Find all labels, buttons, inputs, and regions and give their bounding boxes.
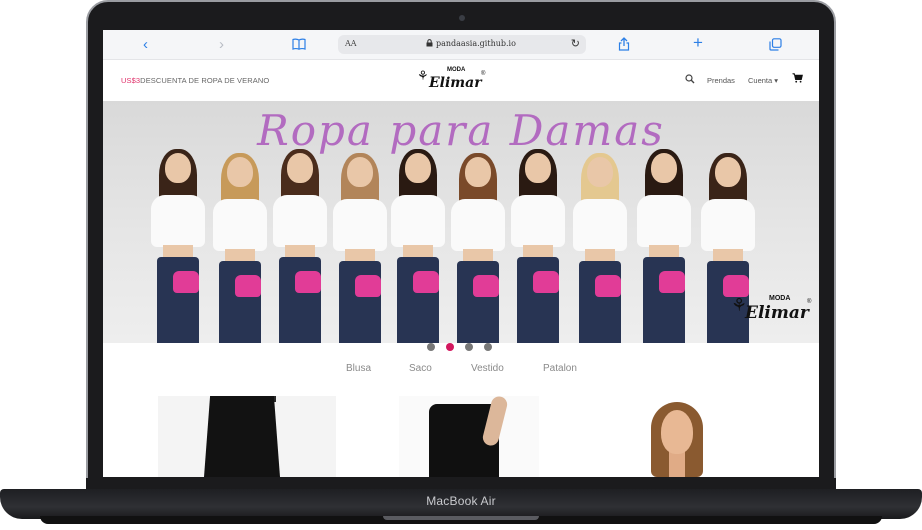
hero-banner[interactable]: Ropa para Damas ⚘ MODA Elimar ® [103,101,819,343]
device-label: MacBook Air [426,494,496,508]
product-card[interactable] [399,396,539,477]
category-tab[interactable]: Saco [409,363,432,374]
hero-logo-registered-mark: ® [807,299,812,305]
hero-logo: ⚘ MODA Elimar ® [731,291,815,331]
hero-model [211,153,269,343]
hero-logo-top-text: MODA [769,295,791,302]
cart-icon[interactable] [792,73,803,86]
browser-toolbar: ‹ › AA pandaasia.github.io ↻ + [103,30,819,60]
address-bar[interactable]: AA pandaasia.github.io ↻ [338,35,586,54]
hero-model [449,153,507,343]
logo-name: Elimar [429,75,482,91]
camera-icon [459,15,465,21]
logo-top-text: MODA [447,67,466,73]
reload-icon[interactable]: ↻ [571,37,580,50]
lock-icon [426,39,433,49]
promo-text: DESCUENTA DE ROPA DE VERANO [140,76,270,85]
product-image-neck [669,450,685,477]
back-icon[interactable]: ‹ [143,36,148,54]
product-card[interactable] [639,396,715,477]
carousel-dot[interactable] [427,343,435,351]
tabs-icon[interactable] [769,38,782,56]
share-icon[interactable] [618,37,630,56]
hero-model [331,153,389,343]
product-card[interactable] [158,396,336,477]
site-logo[interactable]: ⚘ MODA Elimar ® [415,65,495,99]
carousel-dot[interactable] [484,343,492,351]
category-tab[interactable]: Patalon [543,363,577,374]
forward-icon[interactable]: › [219,36,224,54]
search-icon[interactable] [685,74,695,87]
plus-icon[interactable]: + [693,34,703,52]
category-tab[interactable]: Vestido [471,363,504,374]
hero-logo-name: Elimar [745,303,809,323]
logo-registered-mark: ® [481,71,486,77]
logo-figure-icon: ⚘ [417,68,429,83]
hero-model [509,149,567,343]
hero-model [271,149,329,343]
category-tab[interactable]: Blusa [346,363,371,374]
hero-model [635,149,693,343]
product-image-skirt [204,396,280,477]
nav-cuenta[interactable]: Cuenta ▾ [748,76,778,85]
hero-title: Ropa para Damas [257,106,665,155]
site-header: US$3DESCUENTA DE ROPA DE VERANO ⚘ MODA E… [103,61,819,101]
promo-price: US$3 [121,76,141,85]
carousel-dot[interactable] [465,343,473,351]
laptop-notch [383,516,539,520]
promo-banner[interactable]: US$3DESCUENTA DE ROPA DE VERANO [121,76,269,85]
hero-model [389,149,447,343]
book-icon[interactable] [292,37,306,55]
carousel-dot[interactable] [446,343,454,351]
product-image-face [661,410,693,454]
nav-prendas[interactable]: Prendas [707,76,735,85]
url-text: pandaasia.github.io [436,39,516,48]
hero-model [149,149,207,343]
screen: ‹ › AA pandaasia.github.io ↻ + US$3DESCU… [103,30,819,477]
text-size-button[interactable]: AA [345,39,357,48]
hero-model [571,153,629,343]
